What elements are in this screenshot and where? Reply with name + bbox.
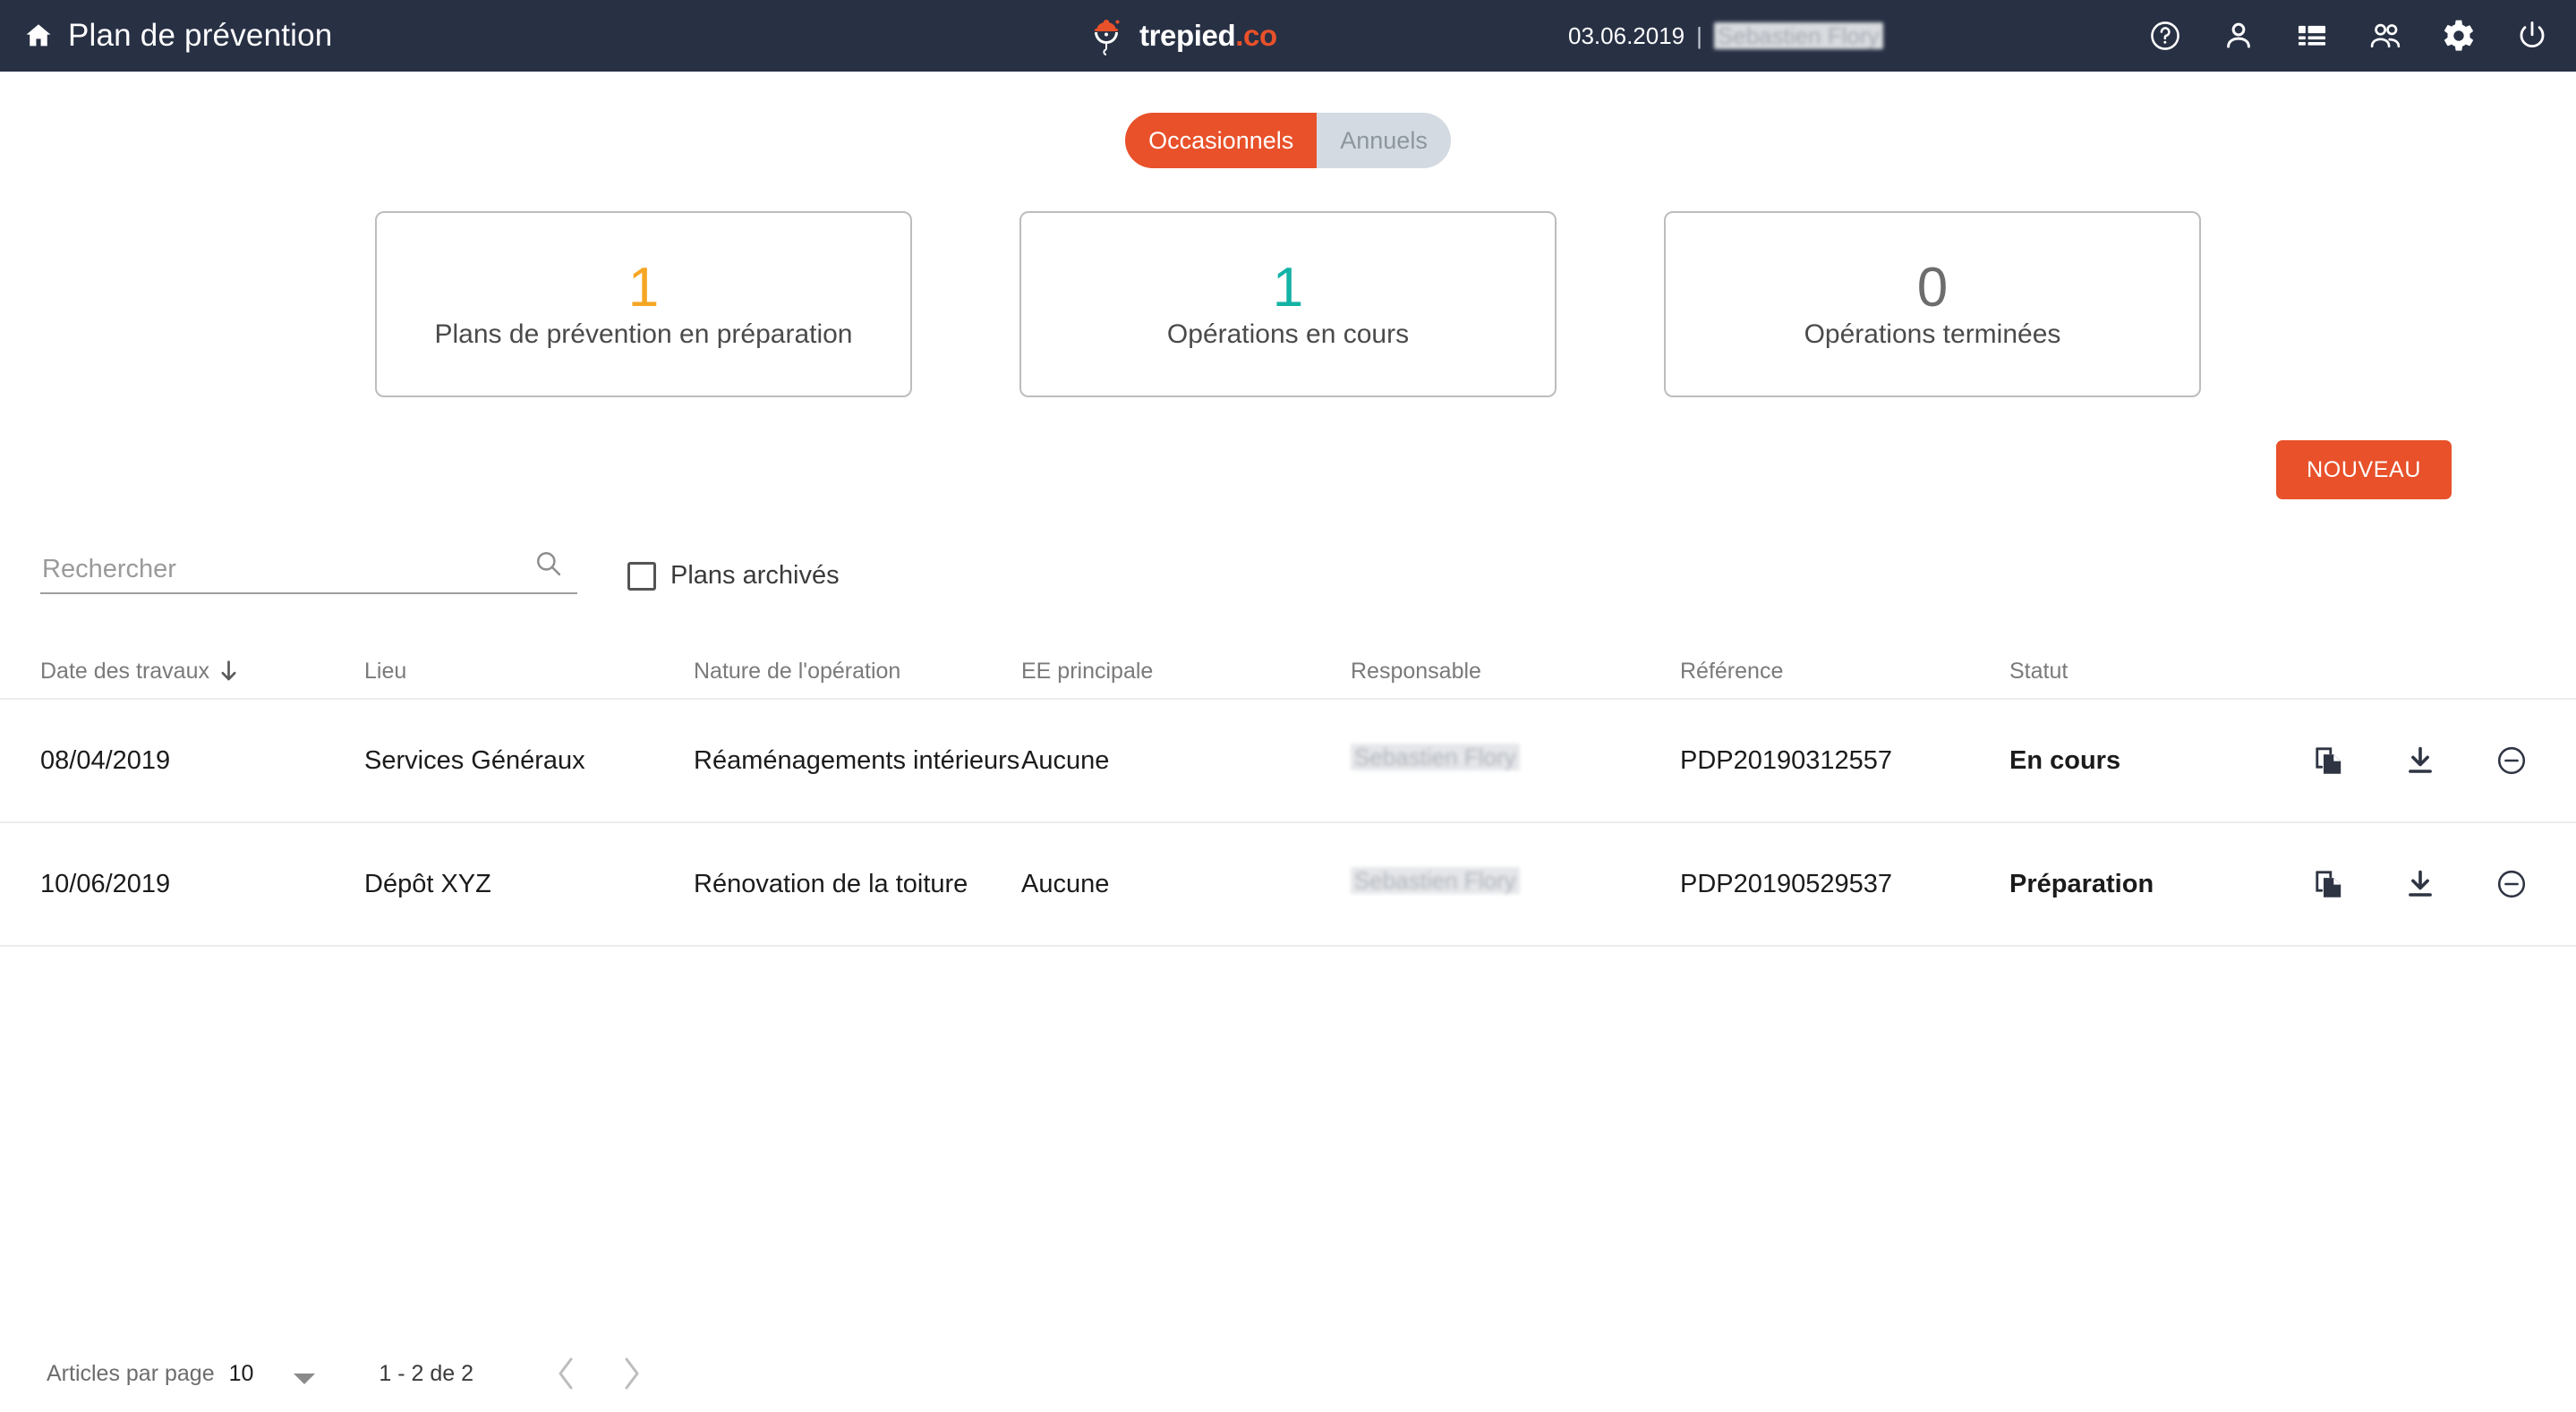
logo-name: trepied <box>1139 19 1236 52</box>
cell-ee: Aucune <box>1021 745 1110 775</box>
cell-reference: PDP20190312557 <box>1680 745 1893 775</box>
app-header: Plan de prévention trepied.co 03.06.2019… <box>0 0 2576 72</box>
home-icon[interactable] <box>23 21 54 51</box>
archived-plans-checkbox[interactable]: Plans archivés <box>627 561 840 594</box>
chevron-right-icon[interactable] <box>620 1357 642 1391</box>
page-title: Plan de prévention <box>68 18 333 53</box>
filters-row: Plans archivés <box>0 551 2576 594</box>
stat-card-plans-en-preparation[interactable]: 1 Plans de prévention en préparation <box>375 211 912 397</box>
cell-responsable: Sebastien Flory <box>1351 866 1680 901</box>
hardhat-crane-icon <box>1086 13 1127 58</box>
column-header-ee-principale[interactable]: EE principale <box>1021 659 1351 685</box>
cell-nature: Rénovation de la toiture <box>694 869 968 898</box>
header-session: 03.06.2019 | Sebastien Flory <box>1568 0 1883 72</box>
nouveau-button[interactable]: NOUVEAU <box>2276 440 2452 499</box>
chevron-left-icon[interactable] <box>556 1357 577 1391</box>
app-logo[interactable]: trepied.co <box>1086 0 1277 72</box>
plan-type-toggle: Occasionnels Annuels <box>1125 113 1451 168</box>
person-icon[interactable] <box>2222 19 2256 53</box>
tab-occasionnels[interactable]: Occasionnels <box>1125 113 1318 168</box>
column-label: Date des travaux <box>40 658 209 684</box>
cell-ee: Aucune <box>1021 869 1110 898</box>
list-icon[interactable] <box>2295 19 2329 53</box>
duplicate-icon[interactable] <box>2313 744 2345 777</box>
stat-label: Plans de prévention en préparation <box>434 319 853 349</box>
stat-card-operations-terminees[interactable]: 0 Opérations terminées <box>1664 211 2201 397</box>
search-field <box>40 551 577 594</box>
new-button-row: NOUVEAU <box>0 440 2576 499</box>
cell-reference: PDP20190529537 <box>1680 869 1893 898</box>
cell-lieu: Dépôt XYZ <box>364 869 491 898</box>
stat-value: 0 <box>1916 257 1949 319</box>
stat-cards: 1 Plans de prévention en préparation 1 O… <box>0 211 2576 397</box>
items-per-page-label: Articles par page <box>47 1360 215 1386</box>
cell-date: 08/04/2019 <box>40 745 171 775</box>
stat-card-operations-en-cours[interactable]: 1 Opérations en cours <box>1019 211 1557 397</box>
row-actions <box>2298 744 2536 777</box>
cell-date: 10/06/2019 <box>40 869 171 898</box>
table-row[interactable]: 10/06/2019 Dépôt XYZ Rénovation de la to… <box>0 823 2576 947</box>
pagination-nav <box>556 1357 642 1391</box>
plan-type-toggle-row: Occasionnels Annuels <box>0 113 2576 168</box>
cell-lieu: Services Généraux <box>364 745 585 775</box>
cell-responsable: Sebastien Flory <box>1351 743 1680 778</box>
brand-left: Plan de prévention <box>0 18 332 54</box>
stat-label: Opérations terminées <box>1804 319 2061 349</box>
pagination-bar: Articles par page 10 1 - 2 de 2 <box>0 1335 2576 1412</box>
column-header-responsable[interactable]: Responsable <box>1351 659 1680 685</box>
archived-plans-label: Plans archivés <box>670 561 840 590</box>
status-badge: En cours <box>2009 745 2121 775</box>
checkbox-box[interactable] <box>627 561 656 591</box>
column-header-reference[interactable]: Référence <box>1680 659 2009 685</box>
gear-icon[interactable] <box>2442 19 2476 53</box>
table-row[interactable]: 08/04/2019 Services Généraux Réaménageme… <box>0 700 2576 823</box>
column-header-lieu[interactable]: Lieu <box>364 659 694 685</box>
chevron-down-icon[interactable] <box>293 1366 316 1384</box>
pagination-range: 1 - 2 de 2 <box>379 1360 474 1386</box>
header-username: Sebastien Flory <box>1713 21 1883 50</box>
column-header-statut[interactable]: Statut <box>2009 659 2298 685</box>
minus-circle-icon[interactable] <box>2495 868 2528 900</box>
help-circle-icon[interactable] <box>2148 19 2182 53</box>
power-icon[interactable] <box>2515 19 2549 53</box>
cell-nature: Réaménagements intérieurs <box>694 745 1020 775</box>
search-input[interactable] <box>40 555 577 584</box>
responsable-redacted: Sebastien Flory <box>1351 743 1520 771</box>
header-separator: | <box>1696 21 1702 49</box>
people-icon[interactable] <box>2368 19 2402 53</box>
items-per-page-value[interactable]: 10 <box>229 1361 254 1387</box>
stat-label: Opérations en cours <box>1166 319 1410 349</box>
arrow-down-icon <box>220 659 237 683</box>
stat-value: 1 <box>1272 257 1304 319</box>
responsable-redacted: Sebastien Flory <box>1351 866 1520 895</box>
header-icon-bar <box>2148 0 2549 72</box>
search-icon[interactable] <box>533 549 563 578</box>
logo-tld: .co <box>1235 19 1277 52</box>
download-icon[interactable] <box>2404 744 2436 777</box>
logo-text: trepied.co <box>1139 19 1277 53</box>
plans-table: Date des travaux Lieu Nature de l'opérat… <box>0 644 2576 947</box>
minus-circle-icon[interactable] <box>2495 744 2528 777</box>
tab-annuels[interactable]: Annuels <box>1317 113 1451 168</box>
table-header-row: Date des travaux Lieu Nature de l'opérat… <box>0 644 2576 700</box>
status-badge: Préparation <box>2009 869 2154 898</box>
row-actions <box>2298 868 2536 900</box>
header-date: 03.06.2019 <box>1568 21 1685 49</box>
column-header-nature[interactable]: Nature de l'opération <box>694 659 1021 685</box>
column-header-date-des-travaux[interactable]: Date des travaux <box>40 659 364 685</box>
download-icon[interactable] <box>2404 868 2436 900</box>
duplicate-icon[interactable] <box>2313 868 2345 900</box>
stat-value: 1 <box>627 257 660 319</box>
